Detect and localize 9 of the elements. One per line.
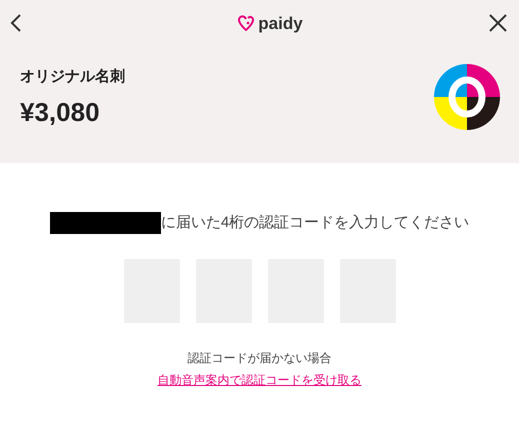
logo-text: paidy <box>258 14 303 32</box>
merchant-logo-icon <box>434 64 500 130</box>
product-title: オリジナル名刺 <box>20 66 125 86</box>
voice-code-link[interactable]: 自動音声案内で認証コードを受け取る <box>158 370 362 388</box>
price-text: ¥3,080 <box>20 96 101 128</box>
close-button[interactable] <box>487 12 509 34</box>
help-text: 認証コードが届かない場合 <box>188 350 332 366</box>
heart-logo-icon <box>238 15 254 31</box>
instruction-text: に届いた4桁の認証コードを入力してください <box>160 213 470 233</box>
